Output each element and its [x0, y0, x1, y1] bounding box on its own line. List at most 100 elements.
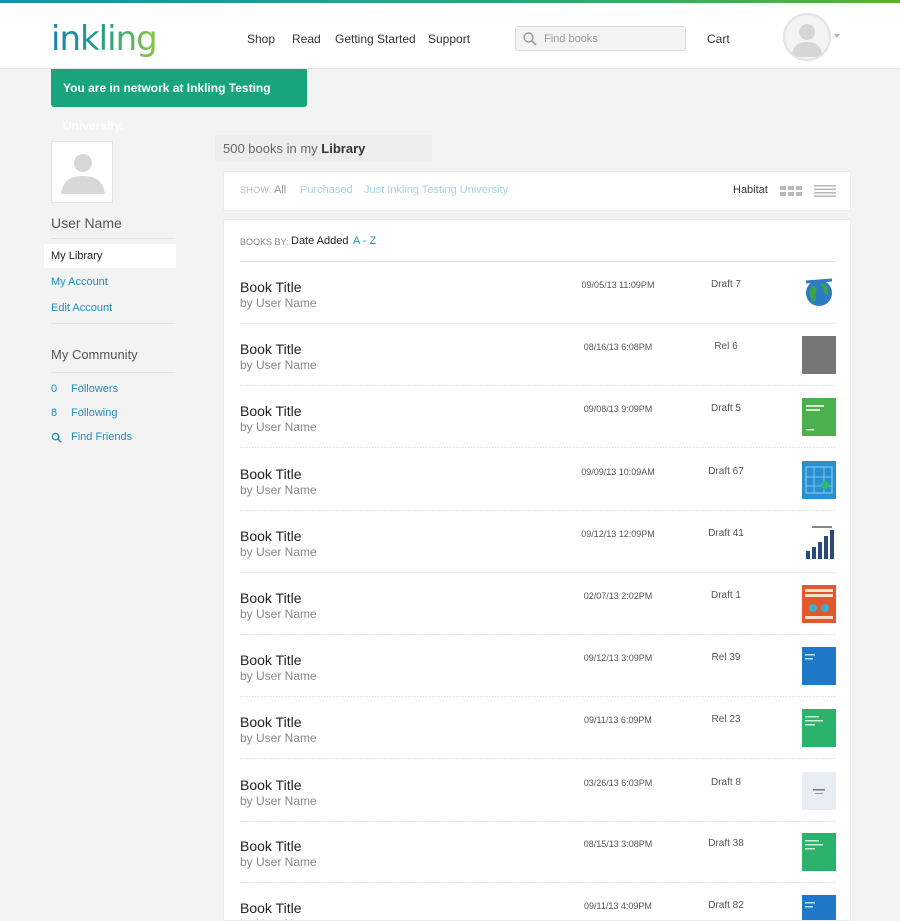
- library-heading: 500 books in my Library: [215, 135, 432, 162]
- book-cover[interactable]: [802, 833, 836, 871]
- book-author: by User Name: [240, 358, 317, 372]
- search-input[interactable]: [544, 30, 684, 47]
- filter-all[interactable]: All: [274, 184, 286, 196]
- book-title[interactable]: Book Title: [240, 714, 301, 730]
- book-date-added: 02/07/13 2:02PM: [583, 591, 653, 601]
- followers-count: 0: [51, 383, 58, 395]
- book-row[interactable]: Book Title by User Name 03/26/13 6:03PM Dra…: [240, 760, 836, 822]
- book-date-added: 09/08/13 9:09PM: [583, 404, 653, 414]
- book-author: by User Name: [240, 545, 317, 559]
- book-date-added: 09/05/13 11:09PM: [581, 280, 655, 290]
- book-row[interactable]: Book Title by User Name 08/15/13 3:08PM Dra…: [240, 821, 836, 883]
- following-label: Following: [71, 407, 118, 419]
- book-author: by User Name: [240, 794, 317, 808]
- book-date-added: 09/11/13 6:09PM: [584, 715, 652, 725]
- book-title[interactable]: Book Title: [240, 279, 301, 295]
- book-title[interactable]: Book Title: [240, 900, 301, 916]
- book-version: Draft 38: [708, 838, 744, 849]
- book-author: by User Name: [240, 483, 317, 497]
- sidebar-item-my-library[interactable]: My Library: [44, 244, 176, 268]
- sort-a-z[interactable]: A - Z: [353, 235, 376, 247]
- book-version: Draft 7: [710, 279, 741, 290]
- book-title[interactable]: Book Title: [240, 466, 301, 482]
- book-row[interactable]: Book Title by User Name 09/12/13 12:09PM Dr…: [240, 511, 836, 573]
- book-version: Draft 1: [710, 590, 741, 601]
- nav-read[interactable]: Read: [292, 32, 321, 46]
- inkling-logo[interactable]: inkling: [51, 19, 158, 59]
- book-row[interactable]: Book Title by User Name 09/05/13 11:09PM Dr…: [240, 262, 836, 324]
- row-divider: [240, 447, 836, 448]
- grid-view-icon[interactable]: [780, 186, 802, 197]
- book-title[interactable]: Book Title: [240, 590, 301, 606]
- book-author: by User Name: [240, 731, 317, 745]
- followers-label: Followers: [71, 383, 119, 395]
- book-version: Draft 5: [710, 403, 741, 414]
- book-row[interactable]: Book Title by User Name 02/07/13 2:02PM Dra…: [240, 573, 836, 635]
- book-version: Rel 6: [714, 341, 738, 352]
- network-banner: You are in network at Inkling Testing Un…: [51, 69, 307, 133]
- book-cover[interactable]: [802, 398, 836, 436]
- book-cover[interactable]: [802, 895, 836, 920]
- logo-text: inkling: [51, 19, 158, 59]
- book-title[interactable]: Book Title: [240, 777, 301, 793]
- row-divider: [240, 758, 836, 759]
- chevron-down-icon[interactable]: [834, 34, 840, 38]
- book-cover[interactable]: [802, 772, 836, 810]
- profile-photo[interactable]: [51, 141, 113, 203]
- filter-purchased[interactable]: Purchased: [300, 184, 353, 196]
- list-view-icon[interactable]: [814, 185, 836, 197]
- book-cover[interactable]: [802, 274, 836, 312]
- book-title[interactable]: Book Title: [240, 528, 301, 544]
- sidebar-item-edit-account[interactable]: Edit Account: [44, 296, 176, 320]
- library-title: Library: [321, 141, 366, 156]
- book-author: by User Name: [240, 296, 317, 310]
- sort-date-added[interactable]: Date Added: [291, 235, 349, 247]
- nav-getting-started[interactable]: Getting Started: [335, 32, 416, 46]
- book-author: by User Name: [240, 855, 317, 869]
- search-icon: [51, 432, 62, 443]
- book-author: by User Name: [240, 420, 317, 434]
- sort-bar: BOOKS BY: Date Added A - Z: [240, 235, 836, 261]
- book-date-added: 09/12/13 12:09PM: [581, 529, 655, 539]
- book-row[interactable]: Book Title by User Name 09/11/13 6:09PM Rel…: [240, 697, 836, 759]
- book-row[interactable]: Book Title by User Name 09/09/13 10:09AM Dr…: [240, 449, 836, 511]
- book-row[interactable]: Book Title by User Name 09/08/13 9:09PM Dra…: [240, 386, 836, 448]
- nav-support[interactable]: Support: [428, 32, 470, 46]
- book-list-panel: BOOKS BY: Date Added A - Z Book Title by …: [223, 219, 851, 921]
- search-icon: [523, 32, 537, 46]
- book-title[interactable]: Book Title: [240, 838, 301, 854]
- book-cover[interactable]: [802, 461, 836, 499]
- filter-bar: SHOW: All Purchased Just Inkling Testing…: [223, 171, 851, 211]
- find-friends-label: Find Friends: [71, 431, 133, 443]
- books-by-label: BOOKS BY:: [240, 237, 289, 247]
- book-date-added: 08/15/13 3:08PM: [583, 839, 653, 849]
- header-avatar[interactable]: [783, 13, 831, 61]
- book-title[interactable]: Book Title: [240, 341, 301, 357]
- book-version: Draft 67: [708, 466, 744, 477]
- community-title: My Community: [51, 347, 138, 362]
- divider: [51, 323, 175, 324]
- user-name: User Name: [51, 215, 122, 231]
- habitat-link[interactable]: Habitat: [733, 184, 768, 196]
- book-row[interactable]: Book Title by User Name 08/16/13 6:08PM Rel…: [240, 324, 836, 386]
- avatar-silhouette-icon: [791, 24, 823, 57]
- divider: [51, 372, 175, 373]
- book-row[interactable]: Book Titleby User Name 09/11/13 4:09PM Dra…: [240, 883, 836, 920]
- sidebar-item-my-account[interactable]: My Account: [44, 270, 176, 294]
- book-cover[interactable]: [802, 523, 836, 561]
- book-cover[interactable]: [802, 709, 836, 747]
- book-version: Rel 39: [711, 652, 741, 663]
- book-cover[interactable]: [802, 336, 836, 374]
- cart-link[interactable]: Cart: [707, 32, 730, 46]
- book-cover[interactable]: [802, 585, 836, 623]
- book-cover[interactable]: [802, 647, 836, 685]
- header: inkling Shop Read Getting Started Suppor…: [0, 3, 900, 69]
- filter-university[interactable]: Just Inkling Testing University: [364, 184, 508, 196]
- book-row[interactable]: Book Title by User Name 09/12/13 3:09PM Rel…: [240, 635, 836, 697]
- library-count: 500 books in my: [223, 141, 318, 156]
- nav-shop[interactable]: Shop: [247, 32, 275, 46]
- book-version: Draft 41: [708, 528, 744, 539]
- search-box[interactable]: [515, 26, 686, 51]
- book-title[interactable]: Book Title: [240, 652, 301, 668]
- book-title[interactable]: Book Title: [240, 403, 301, 419]
